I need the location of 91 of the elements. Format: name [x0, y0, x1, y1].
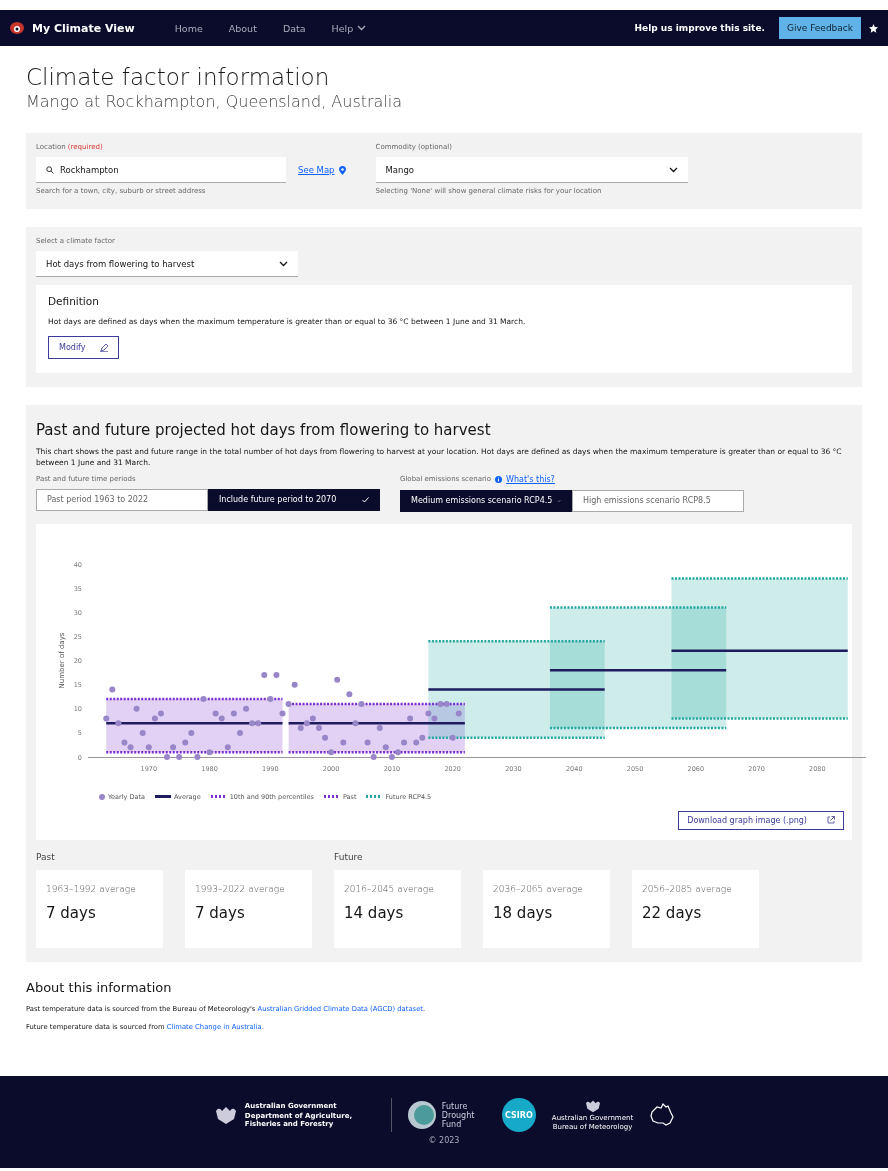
- data-point: [382, 744, 389, 751]
- location-search-field[interactable]: Rockhampton: [36, 157, 286, 183]
- data-point: [236, 729, 243, 736]
- data-point: [164, 753, 170, 760]
- globe-icon: [407, 1101, 436, 1130]
- logo-text: Future Drought Fund: [441, 1101, 476, 1129]
- data-point: [230, 710, 237, 717]
- scenario-option[interactable]: Medium emissions scenario RCP4.5: [400, 489, 572, 512]
- stat-value: 22 days: [642, 903, 703, 922]
- period-option[interactable]: Include future period to 2070: [208, 488, 380, 511]
- eye-logo-icon: [10, 22, 24, 34]
- stat-group-title: Future: [334, 851, 364, 862]
- commodity-dropdown[interactable]: Mango: [375, 157, 688, 183]
- search-icon: [46, 165, 54, 174]
- page-title: Climate factor information: [26, 64, 331, 90]
- data-point: [115, 720, 122, 726]
- data-point: [133, 705, 140, 712]
- data-point: [285, 700, 292, 707]
- data-point: [315, 724, 322, 731]
- data-point: [364, 739, 371, 746]
- data-point: [176, 753, 183, 760]
- chevron-down-icon: [357, 25, 367, 31]
- scenario-option[interactable]: High emissions scenario RCP8.5: [572, 489, 744, 512]
- chevron-down-icon: [279, 260, 288, 267]
- nav-link[interactable]: Home: [174, 22, 203, 34]
- external-link-icon: [827, 815, 835, 824]
- see-map-link[interactable]: See Map: [298, 165, 346, 175]
- stat-period: 2016–2045 average: [344, 883, 435, 894]
- data-point: [109, 686, 116, 693]
- data-point: [103, 715, 110, 722]
- data-point: [267, 695, 274, 702]
- modify-button[interactable]: Modify: [48, 336, 119, 359]
- data-point: [194, 753, 201, 760]
- nav-link[interactable]: Help: [331, 22, 367, 34]
- nav-link[interactable]: About: [228, 22, 257, 34]
- nav-link[interactable]: Data: [282, 22, 306, 34]
- data-point: [139, 729, 146, 736]
- brand-name[interactable]: My Climate View: [32, 21, 135, 35]
- stat-value: 18 days: [493, 903, 554, 922]
- download-graph-button[interactable]: Download graph image (.png): [678, 810, 844, 830]
- stat-value: 7 days: [46, 903, 97, 922]
- data-point: [328, 748, 335, 755]
- data-point: [188, 729, 195, 736]
- chevron-down-icon: [668, 166, 678, 173]
- stat-value: 7 days: [195, 903, 246, 922]
- data-point: [449, 734, 456, 741]
- feedback-prompt: Help us improve this site.: [634, 23, 765, 33]
- page-subtitle: Mango at Rockhampton, Queensland, Australia: [26, 92, 404, 111]
- period-option[interactable]: Past period 1963 to 2022: [36, 488, 208, 511]
- data-point: [370, 753, 377, 760]
- data-point: [279, 710, 286, 717]
- definition-title: Definition: [48, 295, 100, 307]
- data-point: [340, 739, 347, 746]
- pencil-icon: [99, 343, 108, 352]
- stat-group-title: Past: [36, 851, 56, 862]
- data-point: [407, 715, 414, 722]
- copyright-text: © 2023: [428, 1136, 460, 1146]
- star-icon[interactable]: [869, 23, 878, 33]
- data-point: [346, 691, 353, 698]
- stat-period: 1993–2022 average: [195, 883, 286, 894]
- australia-map-icon: [649, 1103, 676, 1128]
- whats-this-link[interactable]: What's this?: [506, 474, 555, 484]
- data-point: [376, 724, 383, 731]
- map-pin-icon: [338, 165, 346, 175]
- data-point: [322, 734, 329, 741]
- stat-period: 1963–1992 average: [46, 883, 137, 894]
- data-point: [455, 710, 462, 717]
- info-icon: [495, 475, 503, 483]
- climate-factor-dropdown[interactable]: Hot days from flowering to harvest: [36, 251, 298, 277]
- data-point: [261, 671, 268, 678]
- checkmark-icon: [362, 496, 369, 503]
- data-point: [352, 720, 359, 726]
- data-point: [291, 681, 298, 688]
- data-point: [401, 739, 408, 746]
- data-point: [358, 700, 365, 707]
- data-point: [182, 739, 189, 746]
- stat-period: 2036–2065 average: [493, 883, 584, 894]
- data-point: [224, 744, 231, 751]
- data-point: [334, 676, 341, 683]
- data-point: [200, 695, 207, 702]
- give-feedback-button[interactable]: Give Feedback: [778, 17, 861, 39]
- data-point: [170, 744, 177, 751]
- stat-value: 14 days: [344, 903, 405, 922]
- data-point: [206, 748, 213, 755]
- about-title: About this information: [26, 979, 173, 995]
- csiro-logo: CSIRO: [501, 1098, 536, 1133]
- data-point: [243, 705, 250, 712]
- stat-period: 2056–2085 average: [642, 883, 733, 894]
- chart-section-title: Past and future projected hot days from flowering to harvest: [36, 421, 492, 439]
- data-point: [145, 744, 152, 751]
- data-point: [273, 671, 280, 678]
